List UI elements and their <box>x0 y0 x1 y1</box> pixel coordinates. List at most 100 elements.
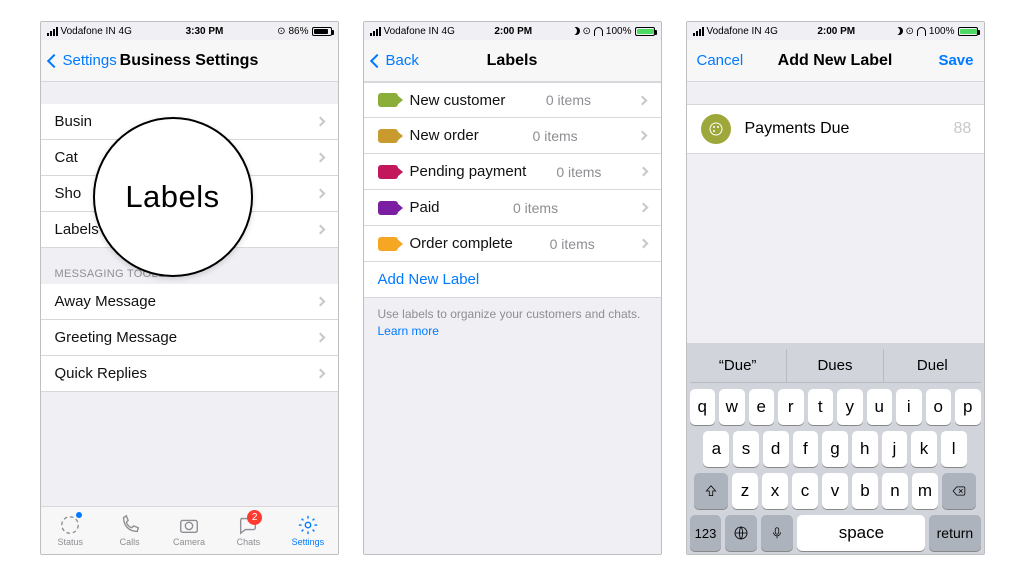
key-m[interactable]: m <box>912 473 938 509</box>
camera-icon <box>178 514 200 536</box>
clock: 2:00 PM <box>494 26 532 37</box>
chevron-right-icon <box>315 369 325 379</box>
nav-bar: Back Labels <box>364 40 661 82</box>
label-count: 0 items <box>550 236 595 252</box>
key-space[interactable]: space <box>797 515 925 551</box>
tab-bar: Status Calls Camera 2 Chats Settings <box>41 506 338 554</box>
magnifier-callout: Labels <box>93 117 253 277</box>
key-mic[interactable] <box>761 515 793 551</box>
key-shift[interactable] <box>694 473 728 509</box>
magnifier-text: Labels <box>125 179 219 215</box>
label-row[interactable]: New customer 0 items <box>364 82 661 118</box>
network-label: 4G <box>119 26 132 37</box>
tab-status[interactable]: Status <box>41 507 100 554</box>
labels-hint: Use labels to organize your customers an… <box>364 298 661 348</box>
save-button[interactable]: Save <box>938 40 973 81</box>
label-count: 0 items <box>556 164 601 180</box>
key-h[interactable]: h <box>852 431 878 467</box>
key-p[interactable]: p <box>955 389 981 425</box>
tab-calls[interactable]: Calls <box>100 507 159 554</box>
key-l[interactable]: l <box>941 431 967 467</box>
key-u[interactable]: u <box>867 389 893 425</box>
gear-icon <box>297 514 319 536</box>
label-row[interactable]: Order complete0 items <box>364 226 661 262</box>
key-s[interactable]: s <box>733 431 759 467</box>
status-dot-icon <box>76 512 82 518</box>
key-g[interactable]: g <box>822 431 848 467</box>
key-e[interactable]: e <box>749 389 775 425</box>
label-color-picker[interactable] <box>701 114 731 144</box>
suggestion-bar: “Due” Dues Duel <box>690 349 981 383</box>
key-o[interactable]: o <box>926 389 952 425</box>
row-away-message[interactable]: Away Message <box>41 284 338 320</box>
keyboard: “Due” Dues Duel qwertyuiop asdfghjkl zxc… <box>687 343 984 554</box>
key-globe[interactable] <box>725 515 757 551</box>
battery-percent: 86% <box>288 26 308 37</box>
label-input-row: 88 <box>687 104 984 154</box>
tab-camera[interactable]: Camera <box>159 507 218 554</box>
screen-business-settings: Vodafone IN 4G 3:30 PM ⊙ 86% Settings Bu… <box>40 21 339 555</box>
alarm-icon: ⊙ <box>906 26 914 37</box>
key-123[interactable]: 123 <box>690 515 722 551</box>
suggestion[interactable]: “Due” <box>690 349 786 382</box>
chevron-right-icon <box>315 117 325 127</box>
status-bar: Vodafone IN 4G 2:00 PM ⊙ 100% <box>687 22 984 40</box>
label-name: New order <box>410 127 479 144</box>
key-backspace[interactable] <box>942 473 976 509</box>
learn-more-link[interactable]: Learn more <box>378 324 439 338</box>
tab-settings[interactable]: Settings <box>278 507 337 554</box>
palette-icon <box>708 121 724 137</box>
key-v[interactable]: v <box>822 473 848 509</box>
key-b[interactable]: b <box>852 473 878 509</box>
label-row[interactable]: Pending payment 0 items <box>364 154 661 190</box>
cancel-button[interactable]: Cancel <box>697 40 744 81</box>
chevron-right-icon <box>315 333 325 343</box>
tag-icon <box>378 93 398 107</box>
label-row[interactable]: Paid0 items <box>364 190 661 226</box>
back-button[interactable]: Back <box>372 40 419 81</box>
key-c[interactable]: c <box>792 473 818 509</box>
suggestion[interactable]: Dues <box>786 349 883 382</box>
globe-icon <box>733 525 749 541</box>
status-bar: Vodafone IN 4G 2:00 PM ⊙ 100% <box>364 22 661 40</box>
key-i[interactable]: i <box>896 389 922 425</box>
screen-add-label: Vodafone IN 4G 2:00 PM ⊙ 100% Cancel Add… <box>686 21 985 555</box>
tab-chats[interactable]: 2 Chats <box>219 507 278 554</box>
key-f[interactable]: f <box>793 431 819 467</box>
add-new-label-button[interactable]: Add New Label <box>364 262 661 298</box>
key-z[interactable]: z <box>732 473 758 509</box>
label-name: New customer <box>410 92 506 109</box>
key-w[interactable]: w <box>719 389 745 425</box>
key-k[interactable]: k <box>911 431 937 467</box>
key-q[interactable]: q <box>690 389 716 425</box>
label-name-input[interactable] <box>743 119 954 139</box>
label-count: 0 items <box>513 200 558 216</box>
mic-icon <box>770 526 784 540</box>
key-n[interactable]: n <box>882 473 908 509</box>
row-quick-replies[interactable]: Quick Replies <box>41 356 338 392</box>
headphones-icon <box>594 27 603 36</box>
dnd-moon-icon <box>572 27 580 35</box>
key-t[interactable]: t <box>808 389 834 425</box>
key-y[interactable]: y <box>837 389 863 425</box>
chevron-right-icon <box>638 167 648 177</box>
key-return[interactable]: return <box>929 515 980 551</box>
key-x[interactable]: x <box>762 473 788 509</box>
label-count: 0 items <box>546 92 591 108</box>
nav-bar: Settings Business Settings <box>41 40 338 82</box>
labels-list: New customer0 itemsNew order0 itemsPendi… <box>364 82 661 262</box>
suggestion[interactable]: Duel <box>883 349 980 382</box>
battery-icon <box>312 27 332 36</box>
char-count: 88 <box>954 120 972 138</box>
nav-title: Labels <box>487 52 538 70</box>
backspace-icon <box>950 484 968 498</box>
key-a[interactable]: a <box>703 431 729 467</box>
key-j[interactable]: j <box>882 431 908 467</box>
label-row[interactable]: New order0 items <box>364 118 661 154</box>
key-d[interactable]: d <box>763 431 789 467</box>
label-name: Pending payment <box>410 163 527 180</box>
back-button[interactable]: Settings <box>49 40 117 81</box>
tag-icon <box>378 201 398 215</box>
row-greeting-message[interactable]: Greeting Message <box>41 320 338 356</box>
key-r[interactable]: r <box>778 389 804 425</box>
